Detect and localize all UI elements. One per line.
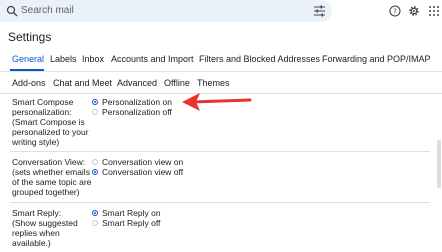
- tab-add-ons[interactable]: Add-ons: [12, 78, 46, 88]
- smart-reply-off-radio[interactable]: [92, 220, 98, 226]
- conversation-view-on-label[interactable]: Conversation view on: [102, 157, 183, 167]
- page-title: Settings: [8, 30, 52, 44]
- search-icon[interactable]: [6, 5, 18, 17]
- tab-themes[interactable]: Themes: [197, 78, 230, 88]
- setting-description: (sets whether emails of the same topic a…: [12, 167, 92, 197]
- setting-title: Smart Reply:: [12, 208, 62, 218]
- setting-divider: [10, 151, 430, 152]
- conversation-view-setting-label: Conversation View: (sets whether emails …: [12, 157, 94, 197]
- personalization-on-label[interactable]: Personalization on: [102, 97, 172, 107]
- setting-description: (Smart Compose is personalized to your w…: [12, 117, 89, 147]
- search-options-icon[interactable]: [314, 5, 325, 17]
- gear-icon[interactable]: [408, 5, 420, 17]
- search-input[interactable]: Search mail: [21, 5, 74, 16]
- help-icon[interactable]: ?: [389, 5, 401, 17]
- tab-forwarding-and-pop-imap[interactable]: Forwarding and POP/IMAP: [322, 54, 431, 64]
- setting-title: Conversation View:: [12, 157, 86, 167]
- tab-chat-and-meet[interactable]: Chat and Meet: [53, 78, 112, 88]
- tab-filters-and-blocked-addresses[interactable]: Filters and Blocked Addresses: [199, 54, 320, 64]
- apps-grid-icon[interactable]: [428, 5, 440, 17]
- svg-text:?: ?: [393, 8, 397, 16]
- smart-reply-off-label[interactable]: Smart Reply off: [102, 218, 160, 228]
- tabs-divider: [0, 71, 442, 72]
- personalization-off-radio[interactable]: [92, 109, 98, 115]
- smart-compose-setting-label: Smart Compose personalization: (Smart Co…: [12, 97, 94, 147]
- smart-reply-on-radio[interactable]: [92, 210, 98, 216]
- scrollbar[interactable]: [437, 140, 441, 188]
- tab-accounts-and-import[interactable]: Accounts and Import: [111, 54, 194, 64]
- tab-labels[interactable]: Labels: [50, 54, 77, 64]
- conversation-view-off-label[interactable]: Conversation view off: [102, 167, 183, 177]
- tab-general[interactable]: General: [12, 54, 44, 64]
- setting-title: Smart Compose personalization:: [12, 97, 74, 117]
- tab-offline[interactable]: Offline: [164, 78, 190, 88]
- smart-reply-setting-label: Smart Reply: (Show suggested replies whe…: [12, 208, 94, 248]
- personalization-off-label[interactable]: Personalization off: [102, 107, 172, 117]
- setting-divider: [10, 202, 430, 203]
- tab-advanced[interactable]: Advanced: [117, 78, 157, 88]
- tab-inbox[interactable]: Inbox: [82, 54, 104, 64]
- annotation-arrow-icon: [182, 93, 252, 111]
- personalization-on-radio[interactable]: [92, 99, 98, 105]
- smart-reply-on-label[interactable]: Smart Reply on: [102, 208, 161, 218]
- conversation-view-on-radio[interactable]: [92, 159, 98, 165]
- setting-description: (Show suggested replies when available.): [12, 218, 78, 248]
- top-bar: Search mail ?: [0, 0, 442, 24]
- search-bar[interactable]: Search mail: [0, 0, 332, 22]
- conversation-view-off-radio[interactable]: [92, 169, 98, 175]
